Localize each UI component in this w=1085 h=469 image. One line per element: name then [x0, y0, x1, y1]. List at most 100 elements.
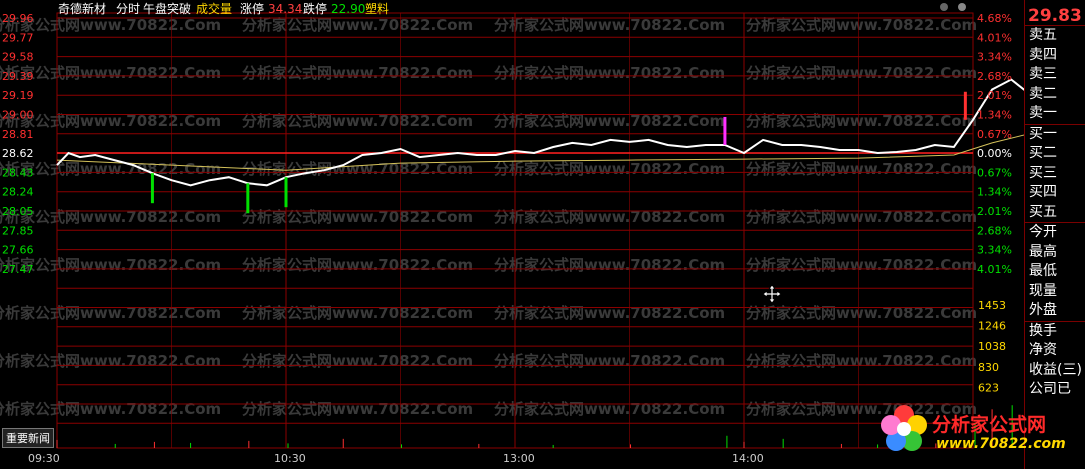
- news-button[interactable]: 重要新闻: [2, 428, 54, 448]
- window-close-icon[interactable]: [958, 3, 966, 11]
- watermark-text: 分析家公式网www.70822.Com: [242, 304, 473, 322]
- vol-tick-label: 623: [978, 381, 999, 394]
- watermark-text: 分析家公式网www.70822.Com: [494, 304, 725, 322]
- watermark-text: 分析家公式网www.70822.Com: [746, 352, 977, 370]
- limit-down-label: 跌停: [303, 1, 327, 16]
- quote-rows: 卖五卖四卖三卖二卖一买一 买二买三买四买五今开 最高最低现量外盘换手 净资收益(三) 公…: [1025, 26, 1085, 400]
- pct-tick-label: 4.01%: [977, 263, 1012, 276]
- stock-name: 奇德新材: [58, 1, 106, 16]
- price-tick-label: 29.00: [2, 109, 34, 122]
- vol-tick-label: 1246: [978, 320, 1006, 333]
- limit-up-label: 涨停: [240, 1, 264, 16]
- price-tick-label: 29.39: [2, 70, 34, 83]
- watermark-text: 分析家公式网www.70822.Com: [494, 352, 725, 370]
- watermark-text: 分析家公式网www.70822.Com: [746, 160, 977, 178]
- price-tick-label: 27.85: [2, 224, 34, 237]
- pct-tick-label: 0.67%: [977, 128, 1012, 141]
- pct-tick-label: 2.01%: [977, 89, 1012, 102]
- pct-tick-label: 4.68%: [977, 12, 1012, 25]
- price-tick-label: 28.62: [2, 147, 34, 160]
- chart-header: 奇德新材 分时 午盘突破 成交量 涨停 34.34 跌停 22.90 塑料: [58, 1, 389, 16]
- window-min-icon[interactable]: [940, 3, 948, 11]
- price-tick-label: 28.81: [2, 128, 34, 141]
- quote-row-label: 换手: [1025, 320, 1085, 342]
- vol-tick-label: 830: [978, 361, 999, 374]
- price-tick-label: 29.96: [2, 12, 34, 25]
- price-tick-label: 28.43: [2, 166, 34, 179]
- quote-row-label: 买一: [1025, 123, 1085, 145]
- watermark-text: 分析家公式网www.70822.Com: [494, 256, 725, 274]
- watermark-text: 分析家公式网www.70822.Com: [494, 64, 725, 82]
- quote-row-label: 最高: [1029, 243, 1057, 260]
- pct-tick-label: 4.01%: [977, 31, 1012, 44]
- pct-tick-label: 1.34%: [977, 109, 1012, 122]
- quote-row-label: 卖三: [1029, 66, 1057, 82]
- quote-row-label: 买四: [1029, 184, 1057, 200]
- price-tick-label: 29.77: [2, 31, 34, 44]
- price-tick-label: 28.05: [2, 205, 34, 218]
- watermark-text: 分析家公式网www.70822.Com: [746, 256, 977, 274]
- pct-tick-label: 2.01%: [977, 205, 1012, 218]
- volume-label: 成交量: [196, 1, 232, 16]
- price-tick-label: 28.24: [2, 186, 34, 199]
- pct-tick-label: 3.34%: [977, 244, 1012, 257]
- price-tick-label: 29.58: [2, 51, 34, 64]
- brand-site: www.70822.com: [936, 436, 1066, 452]
- quote-row-label: 净资: [1029, 342, 1057, 358]
- watermark-text: 分析家公式网www.70822.Com: [494, 400, 725, 418]
- quote-row-label: 外盘: [1029, 302, 1057, 318]
- quote-row-label: 公司已: [1029, 381, 1071, 397]
- intraday-chart: 分析家公式网www.70822.Com 分析家公式网www.70822.Com 分析…: [0, 1, 1024, 465]
- watermark-text: 分析家公式网www.70822.Com: [494, 160, 725, 178]
- watermark-text: 分析家公式网www.70822.Com: [242, 64, 473, 82]
- pct-tick-label: 0.00%: [977, 147, 1012, 160]
- quote-row-label: 买二: [1029, 145, 1057, 161]
- indicator-label[interactable]: 午盘突破: [143, 1, 191, 16]
- current-price: 29.83: [1025, 0, 1085, 26]
- watermark-text: 分析家公式网www.70822.Com: [242, 352, 473, 370]
- vol-tick-label: 1038: [978, 340, 1006, 353]
- quote-row-label: 收益(三): [1029, 361, 1082, 378]
- limit-up-value: 34.34: [268, 2, 302, 16]
- quote-row-label: 卖四: [1029, 46, 1057, 63]
- limit-down-value: 22.90: [331, 2, 365, 16]
- watermark-text: 分析家公式网www.70822.Com: [746, 304, 977, 322]
- time-tick-label: 13:00: [503, 452, 535, 465]
- watermark-text: 分析家公式网www.70822.Com: [494, 16, 725, 34]
- watermark-text: 分析家公式网www.70822.Com: [0, 352, 221, 370]
- pct-tick-label: 2.68%: [977, 70, 1012, 83]
- watermark-text: 分析家公式网www.70822.Com: [242, 256, 473, 274]
- quote-row-label: 最低: [1029, 263, 1057, 279]
- price-tick-label: 27.47: [2, 263, 34, 276]
- sector-label: 塑料: [365, 1, 389, 16]
- pct-tick-label: 1.34%: [977, 186, 1012, 199]
- price-tick-label: 27.66: [2, 244, 34, 257]
- watermark-text: 分析家公式网www.70822.Com: [746, 16, 977, 34]
- brand-logo: 分析家公式网 www.70822.com: [878, 400, 1068, 458]
- quote-row-label: 卖一: [1029, 105, 1057, 121]
- time-tick-label: 10:30: [274, 452, 306, 465]
- price-tick-label: 29.19: [2, 89, 34, 102]
- watermark-text: 分析家公式网www.70822.Com: [0, 304, 221, 322]
- pct-tick-label: 2.68%: [977, 224, 1012, 237]
- quote-row-label: 卖二: [1029, 85, 1057, 102]
- pct-tick-label: 0.67%: [977, 166, 1012, 179]
- quote-row-label: 买五: [1029, 203, 1057, 220]
- quote-row-label: 现量: [1029, 282, 1057, 299]
- quote-row-label: 卖五: [1029, 27, 1057, 43]
- mode-label[interactable]: 分时: [116, 2, 140, 16]
- quote-row-label: 买三: [1029, 164, 1057, 181]
- watermark-text: 分析家公式网www.70822.Com: [746, 64, 977, 82]
- watermark-text: 分析家公式网www.70822.Com: [0, 400, 221, 418]
- watermark-text: 分析家公式网www.70822.Com: [242, 16, 473, 34]
- time-tick-label: 14:00: [732, 452, 764, 465]
- vol-tick-label: 1453: [978, 299, 1006, 312]
- brand-name: 分析家公式网: [932, 414, 1047, 436]
- time-tick-label: 09:30: [28, 452, 60, 465]
- move-cursor-icon: [762, 284, 782, 304]
- watermark-text: 分析家公式网www.70822.Com: [242, 400, 473, 418]
- pct-tick-label: 3.34%: [977, 51, 1012, 64]
- quote-row-label: 今开: [1025, 222, 1085, 243]
- quote-panel: 29.83 卖五卖四卖三卖二卖一买一 买二买三买四买五今开 最高最低现量外盘换手 净资…: [1024, 0, 1085, 469]
- flower-icon: [881, 405, 927, 451]
